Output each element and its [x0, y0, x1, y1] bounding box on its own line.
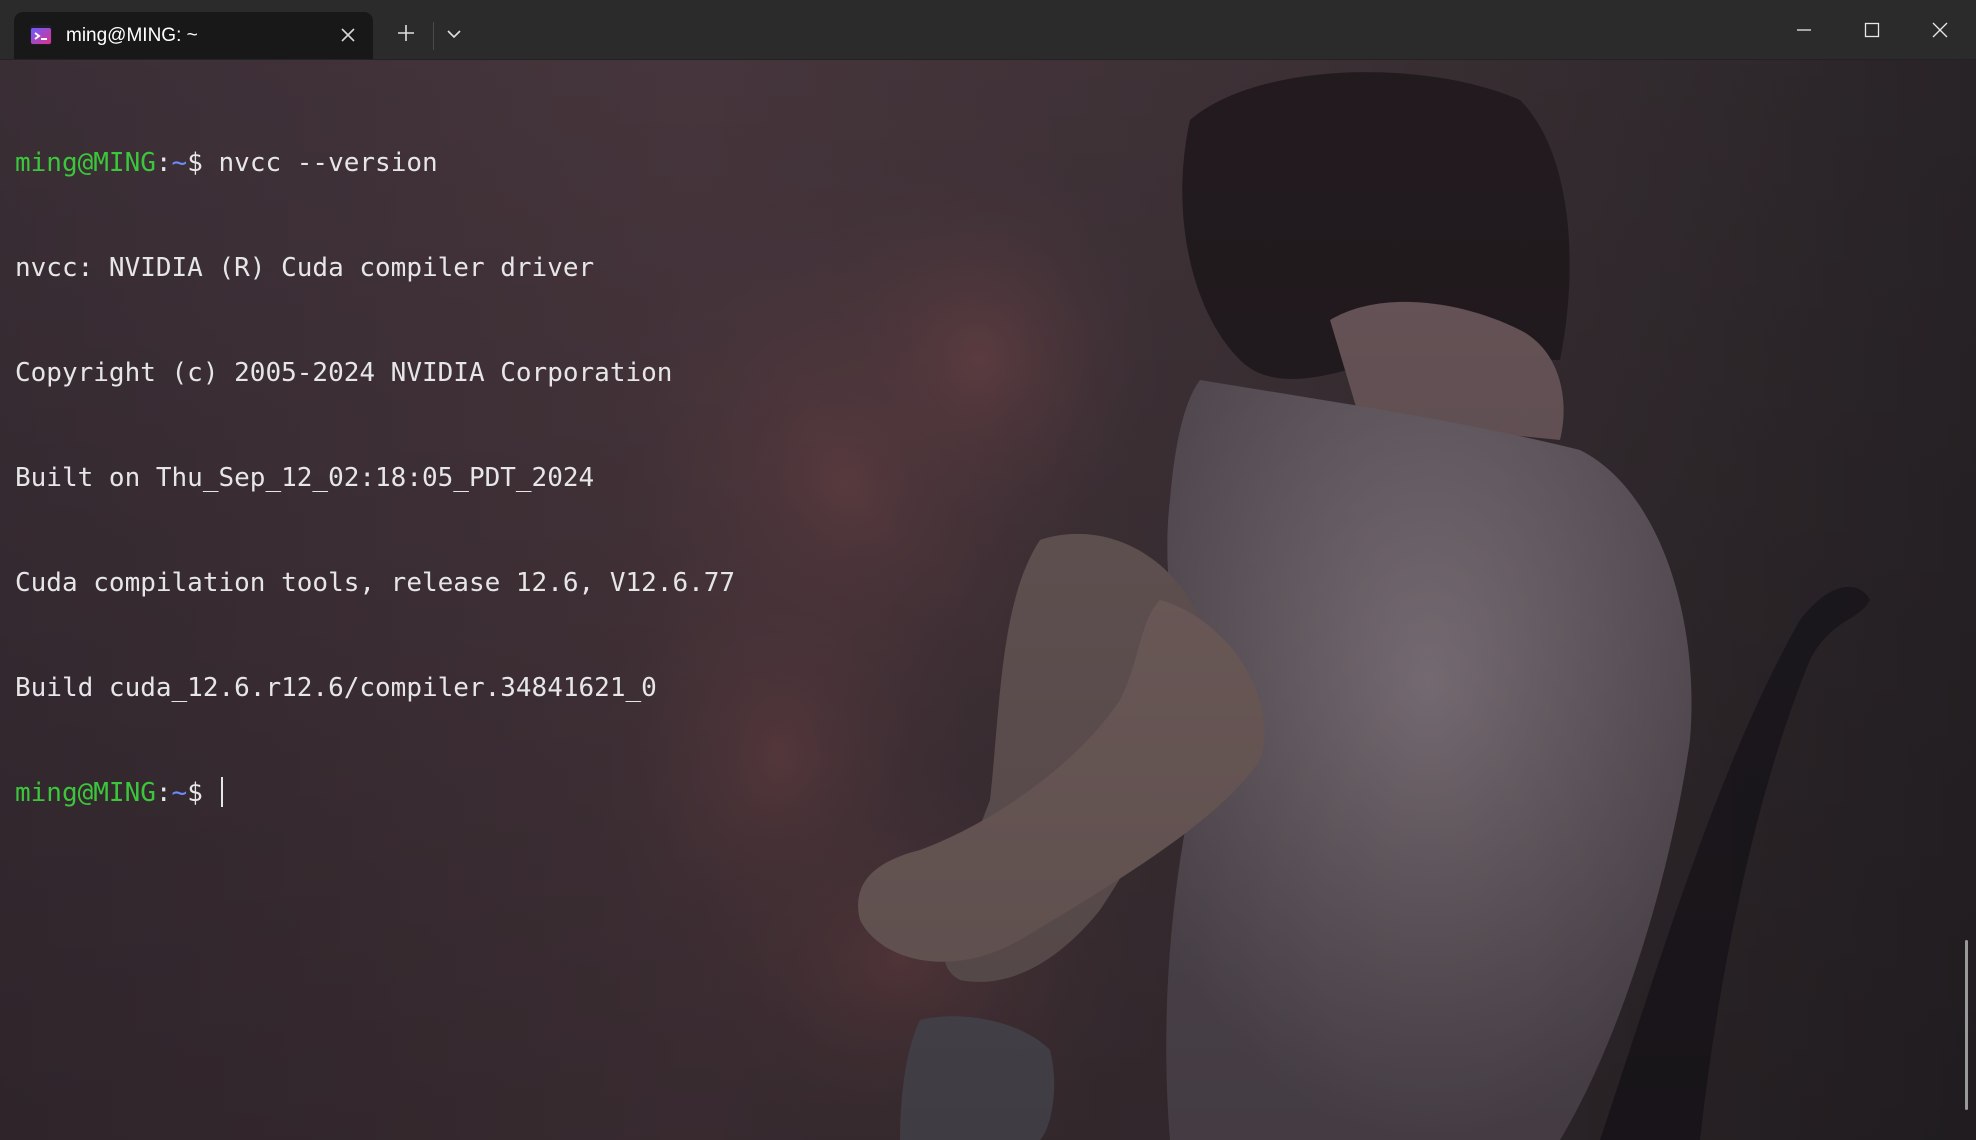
tab-active[interactable]: ming@MING: ~: [14, 12, 373, 59]
prompt-user-host: ming@MING: [15, 148, 156, 178]
active-prompt-line[interactable]: ming@MING:~$: [15, 776, 735, 811]
prompt-symbol: $: [187, 778, 203, 808]
tab-dropdown-button[interactable]: [444, 24, 464, 44]
maximize-button[interactable]: [1838, 0, 1906, 59]
close-window-button[interactable]: [1906, 0, 1974, 59]
minimize-icon: [1797, 28, 1811, 31]
maximize-icon: [1864, 22, 1880, 37]
toolbar-divider: [433, 22, 434, 50]
prompt-path: ~: [171, 778, 188, 808]
title-bar[interactable]: ming@MING: ~: [0, 0, 1976, 60]
prompt-separator: :: [155, 148, 172, 178]
scrollbar-thumb[interactable]: [1965, 940, 1968, 1110]
command-line: ming@MING:~$ nvcc --version: [15, 146, 735, 181]
command-text: nvcc --version: [202, 148, 438, 178]
terminal-window: ming@MING: ~ ming@MING:~$ nvcc --version…: [0, 0, 1976, 1140]
prompt-user-host: ming@MING: [15, 778, 156, 808]
chevron-down-icon: [447, 30, 461, 39]
prompt-separator: :: [155, 778, 172, 808]
output-line: nvcc: NVIDIA (R) Cuda compiler driver: [15, 253, 595, 283]
output-line: Copyright (c) 2005-2024 NVIDIA Corporati…: [15, 358, 673, 388]
plus-icon: [398, 25, 414, 41]
terminal-app-icon: [30, 25, 52, 45]
output-line: Build cuda_12.6.r12.6/compiler.34841621_…: [15, 673, 657, 703]
tab-close-icon[interactable]: [337, 24, 359, 46]
tab-title: ming@MING: ~: [66, 25, 198, 46]
close-icon: [1932, 22, 1948, 37]
output-line: Built on Thu_Sep_12_02:18:05_PDT_2024: [15, 463, 595, 493]
minimize-button[interactable]: [1770, 0, 1838, 59]
new-tab-button[interactable]: [394, 21, 418, 45]
output-line: Cuda compilation tools, release 12.6, V1…: [15, 568, 736, 598]
terminal-pane[interactable]: ming@MING:~$ nvcc --version nvcc: NVIDIA…: [0, 60, 1976, 1140]
prompt-symbol: $: [187, 148, 203, 178]
prompt-path: ~: [171, 148, 188, 178]
terminal-output: ming@MING:~$ nvcc --version nvcc: NVIDIA…: [15, 76, 735, 881]
text-cursor: [220, 777, 223, 807]
